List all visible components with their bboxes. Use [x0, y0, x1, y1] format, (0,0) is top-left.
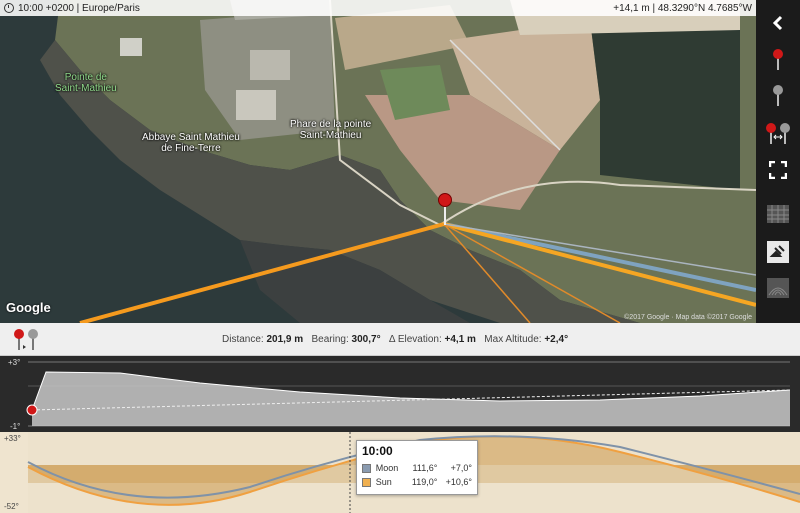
profile-y-bottom: -1° [10, 422, 21, 431]
status-time: 10:00 +0200 | Europe/Paris [18, 2, 140, 14]
grey-pin-button[interactable] [756, 78, 800, 114]
status-bar: 10:00 +0200 | Europe/Paris +14,1 m | 48.… [0, 0, 756, 16]
profile-graph [26, 361, 791, 427]
back-button[interactable] [756, 5, 800, 41]
profile-y-top: +3° [8, 358, 21, 367]
right-toolbar [756, 0, 800, 323]
back-icon [772, 15, 783, 31]
sun-label: Sun [375, 477, 392, 487]
elevation-value: +4,1 m [444, 334, 476, 345]
sun-swatch [362, 477, 371, 487]
satellite-button[interactable] [756, 234, 800, 270]
map-terrain [0, 0, 756, 323]
satellite-icon [767, 241, 789, 263]
tooltip-time: 10:00 [362, 444, 393, 458]
fullscreen-icon [769, 161, 787, 179]
pin-pair-icon[interactable] [12, 328, 40, 352]
measurement-bar: Distance: 201,9 m Bearing: 300,7° Δ Elev… [0, 323, 800, 356]
map-copyright: ©2017 Google · Map data ©2017 Google [624, 314, 752, 321]
location-pin[interactable] [438, 193, 452, 225]
contour-layer-button[interactable] [756, 270, 800, 306]
bearing-label: Bearing: [311, 334, 349, 345]
status-position: +14,1 m | 48.3290°N 4.7685°W [613, 2, 752, 14]
elevation-label: Δ Elevation: [388, 334, 442, 345]
red-pin-icon [772, 49, 784, 71]
distance-value: 201,9 m [266, 334, 304, 345]
elevation-profile[interactable]: +3° -1° [0, 356, 800, 432]
moon-label: Moon [375, 463, 399, 473]
contour-layer-icon [767, 278, 789, 298]
tooltip-row-moon: Moon 111,6° +7,0° [362, 461, 472, 475]
sun-altitude: +10,6° [445, 477, 472, 487]
grey-pin-icon [772, 85, 784, 107]
moon-azimuth: 111,6° [412, 463, 438, 473]
map-label-abbaye: Abbaye Saint Mathieu de Fine-Terre [142, 132, 240, 154]
map-label-pointe: Pointe de Saint-Mathieu [55, 72, 117, 94]
moon-altitude: +7,0° [450, 463, 472, 473]
pin-pair-button[interactable] [756, 116, 800, 152]
astro-y-bottom: -52° [4, 502, 19, 511]
max-altitude-value: +2,4° [544, 334, 569, 345]
pin-pair-icon [766, 123, 790, 144]
map-label-phare: Phare de la pointe Saint-Mathieu [290, 119, 372, 141]
clock-icon [4, 3, 14, 13]
grid-layer-button[interactable] [756, 196, 800, 232]
sun-azimuth: 119,0° [411, 477, 438, 487]
moon-swatch [362, 463, 371, 473]
time-tooltip: 10:00 Moon 111,6° +7,0° Sun 119,0° +10,6… [356, 440, 478, 495]
max-altitude-label: Max Altitude: [484, 334, 542, 345]
bearing-value: 300,7° [351, 334, 381, 345]
app-root: Pointe de Saint-Mathieu Abbaye Saint Math… [0, 0, 800, 513]
red-pin-button[interactable] [756, 42, 800, 78]
fullscreen-button[interactable] [756, 152, 800, 188]
distance-label: Distance: [222, 334, 264, 345]
measurement-readout: Distance: 201,9 m Bearing: 300,7° Δ Elev… [222, 334, 568, 345]
tooltip-row-sun: Sun 119,0° +10,6° [362, 475, 472, 489]
google-logo: Google [6, 300, 51, 315]
astro-y-top: +33° [4, 434, 21, 443]
grid-layer-icon [767, 205, 789, 223]
satellite-map[interactable]: Pointe de Saint-Mathieu Abbaye Saint Math… [0, 0, 756, 323]
